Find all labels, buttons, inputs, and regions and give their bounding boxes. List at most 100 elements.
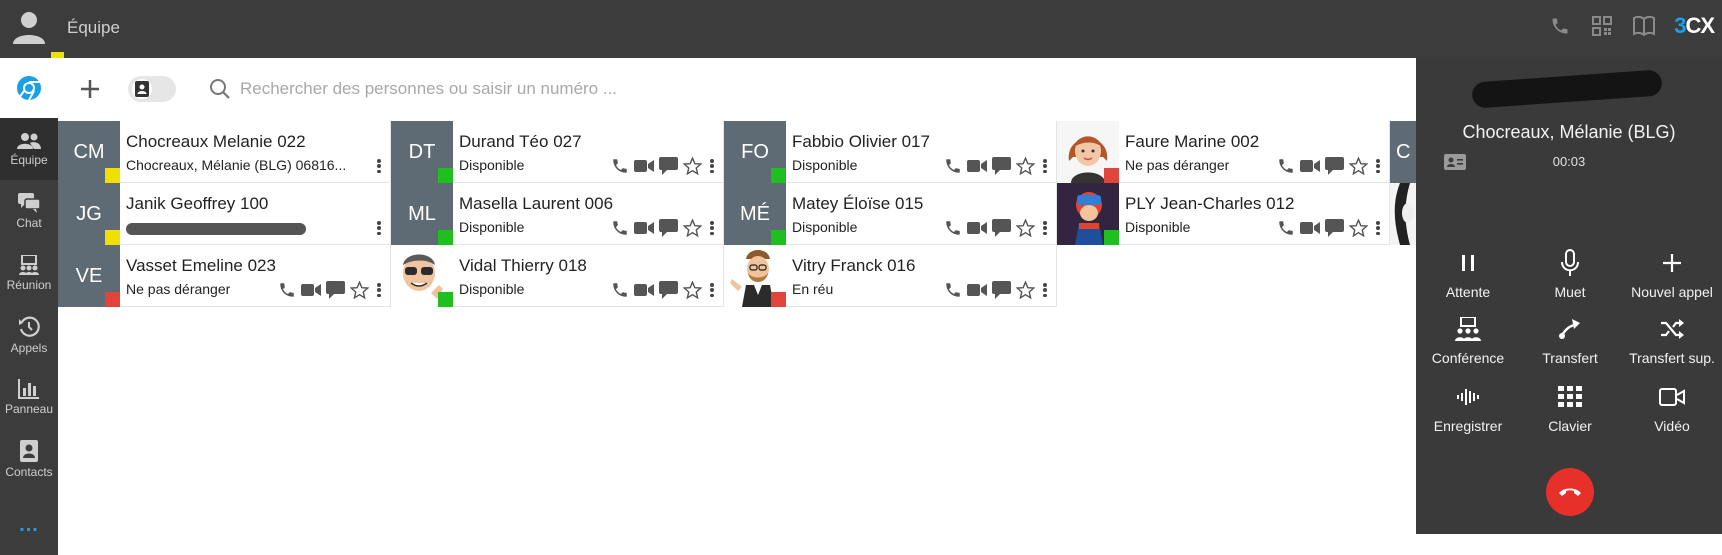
qr-code-icon[interactable] (1590, 14, 1614, 38)
chat-message-icon[interactable] (1325, 219, 1344, 237)
favorite-star-icon[interactable] (1349, 157, 1368, 175)
mute-button[interactable]: Muet (1518, 248, 1622, 308)
more-options-icon[interactable] (707, 219, 717, 237)
attended-transfer-button[interactable]: Transfert sup. (1620, 314, 1722, 374)
video-button[interactable]: Vidéo (1620, 382, 1722, 442)
contact-card[interactable]: MÉ Matey Éloïse 015 Disponible (724, 183, 1057, 245)
call-icon[interactable] (611, 281, 629, 299)
dialpad-icon (1558, 386, 1582, 407)
contact-card[interactable]: JG Janik Geoffrey 100 (58, 183, 391, 245)
chat-message-icon[interactable] (1325, 157, 1344, 175)
book-icon[interactable] (1632, 14, 1656, 38)
contact-card[interactable]: Vitry Franck 016 En réu (724, 245, 1057, 307)
team-icon (17, 132, 41, 149)
hangup-button[interactable] (1546, 468, 1594, 516)
nav-label: Contacts (5, 464, 53, 479)
favorite-star-icon[interactable] (1016, 157, 1035, 175)
call-icon[interactable] (944, 281, 962, 299)
contact-name: Vidal Thierry 018 (459, 256, 587, 275)
contact-name: Durand Téo 027 (459, 132, 582, 151)
transfer-button[interactable]: Transfert (1518, 314, 1622, 374)
nav-item-panneau[interactable]: Panneau (0, 366, 58, 428)
add-button[interactable] (76, 75, 104, 103)
favorite-star-icon[interactable] (683, 157, 702, 175)
video-call-icon[interactable] (634, 221, 654, 235)
video-call-icon[interactable] (1300, 159, 1320, 173)
contact-status: Ne pas déranger (1125, 157, 1230, 173)
contact-status: Disponible (459, 219, 525, 235)
chat-message-icon[interactable] (992, 281, 1011, 299)
dialpad-button[interactable]: Clavier (1518, 382, 1622, 442)
call-icon[interactable] (944, 219, 962, 237)
favorite-star-icon[interactable] (1016, 219, 1035, 237)
more-options-icon[interactable] (707, 157, 717, 175)
more-options-icon[interactable] (374, 219, 384, 237)
video-call-icon[interactable] (1300, 221, 1320, 235)
nav-label: Équipe (10, 152, 48, 167)
contact-card[interactable]: PLY Jean-Charles 012 Disponible (1057, 183, 1390, 245)
more-options-icon[interactable] (1040, 157, 1050, 175)
contact-status: Disponible (1125, 219, 1191, 235)
contact-card[interactable]: DT Durand Téo 027 Disponible (391, 121, 724, 183)
call-icon[interactable] (1277, 157, 1295, 175)
more-options-icon[interactable] (1373, 157, 1383, 175)
chat-message-icon[interactable] (659, 157, 678, 175)
contact-card[interactable]: FO Fabbio Olivier 017 Disponible (724, 121, 1057, 183)
contact-card[interactable]: Faure Marine 002 Ne pas déranger (1057, 121, 1390, 183)
contact-card[interactable]: VE Vasset Emeline 023 Ne pas déranger (58, 245, 391, 307)
nav-item-appels[interactable]: Appels (0, 304, 58, 366)
video-icon (1659, 388, 1685, 406)
search-input[interactable] (240, 74, 940, 104)
call-icon[interactable] (944, 157, 962, 175)
chat-message-icon[interactable] (659, 281, 678, 299)
video-call-icon[interactable] (634, 283, 654, 297)
hold-button[interactable]: Attente (1416, 248, 1520, 308)
nav-item-contacts[interactable]: Contacts (0, 428, 58, 490)
more-options-icon[interactable] (1040, 281, 1050, 299)
more-options-icon[interactable] (707, 281, 717, 299)
contact-card[interactable]: ML Masella Laurent 006 Disponible (391, 183, 724, 245)
dialpad-label: Clavier (1548, 418, 1592, 434)
more-options-icon[interactable] (1373, 219, 1383, 237)
call-icon[interactable] (611, 157, 629, 175)
call-icon[interactable] (278, 281, 296, 299)
favorite-star-icon[interactable] (683, 281, 702, 299)
nav-item-reunion[interactable]: Réunion (0, 242, 58, 304)
video-call-icon[interactable] (967, 221, 987, 235)
contacts-toggle[interactable] (128, 76, 176, 102)
video-call-icon[interactable] (967, 283, 987, 297)
call-timer: 00:03 (1552, 154, 1586, 169)
phone-icon[interactable] (1548, 14, 1572, 38)
call-icon[interactable] (611, 219, 629, 237)
call-icon[interactable] (1277, 219, 1295, 237)
user-avatar[interactable] (8, 8, 64, 65)
chat-message-icon[interactable] (326, 281, 345, 299)
video-call-icon[interactable] (967, 159, 987, 173)
favorite-star-icon[interactable] (350, 281, 369, 299)
record-button[interactable]: Enregistrer (1416, 382, 1520, 442)
new-call-button[interactable]: Nouvel appel (1620, 248, 1722, 308)
contact-name: Matey Éloïse 015 (792, 194, 924, 213)
toolbar (58, 58, 1416, 120)
chat-message-icon[interactable] (992, 157, 1011, 175)
favorite-star-icon[interactable] (683, 219, 702, 237)
conference-button[interactable]: Conférence (1416, 314, 1520, 374)
more-options-icon[interactable] (374, 157, 384, 175)
status-indicator (771, 230, 786, 245)
nav-item-chat[interactable]: Chat (0, 180, 58, 242)
record-label: Enregistrer (1433, 418, 1503, 434)
more-options-icon[interactable] (374, 281, 384, 299)
more-menu-button[interactable]: ... (0, 514, 58, 537)
chrome-extension-icon[interactable] (0, 58, 58, 118)
chat-message-icon[interactable] (659, 219, 678, 237)
favorite-star-icon[interactable] (1349, 219, 1368, 237)
nav-item-equipe[interactable]: Équipe (0, 118, 58, 180)
video-label: Vidéo (1654, 418, 1690, 434)
contact-card[interactable]: Vidal Thierry 018 Disponible (391, 245, 724, 307)
contact-card[interactable]: CM Chocreaux Melanie 022 Chocreaux, Méla… (58, 121, 391, 183)
video-call-icon[interactable] (634, 159, 654, 173)
favorite-star-icon[interactable] (1016, 281, 1035, 299)
chat-message-icon[interactable] (992, 219, 1011, 237)
more-options-icon[interactable] (1040, 219, 1050, 237)
video-call-icon[interactable] (301, 283, 321, 297)
